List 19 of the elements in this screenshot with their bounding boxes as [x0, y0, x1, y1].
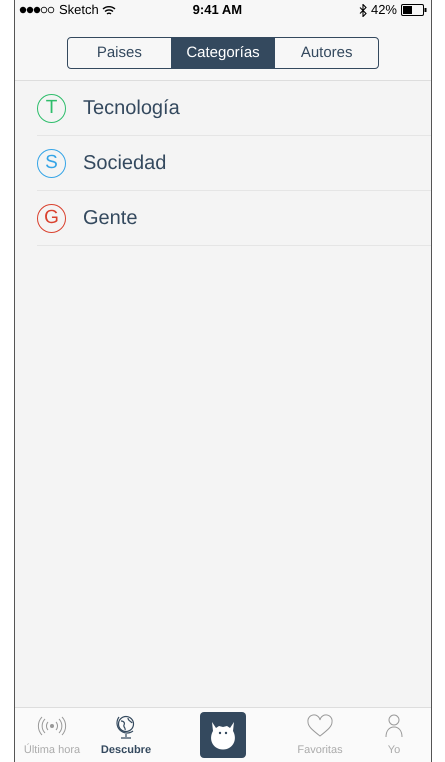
- category-letter-icon: G: [37, 204, 66, 232]
- wifi-icon: [102, 4, 116, 16]
- battery-percent: 42%: [370, 1, 397, 20]
- tab-bar-item[interactable]: Descubre: [89, 708, 163, 762]
- category-name[interactable]: Gente: [83, 203, 138, 233]
- battery-icon: [401, 4, 427, 16]
- heart-icon: [305, 714, 335, 738]
- category-letter-icon: S: [37, 148, 66, 178]
- segment-tab[interactable]: Autores: [274, 38, 378, 68]
- signal-icon: [19, 6, 55, 14]
- segment-tab[interactable]: Categorías: [170, 38, 274, 68]
- app-logo-button[interactable]: [200, 712, 246, 758]
- carrier-name: Sketch: [59, 1, 99, 20]
- category-letter-icon: T: [37, 94, 66, 122]
- bluetooth-icon: [358, 4, 367, 16]
- status-time: 9:41 AM: [192, 1, 244, 20]
- segment-tab[interactable]: Paises: [68, 38, 171, 68]
- category-name[interactable]: Tecnología: [83, 93, 180, 123]
- category-name[interactable]: Sociedad: [83, 148, 166, 178]
